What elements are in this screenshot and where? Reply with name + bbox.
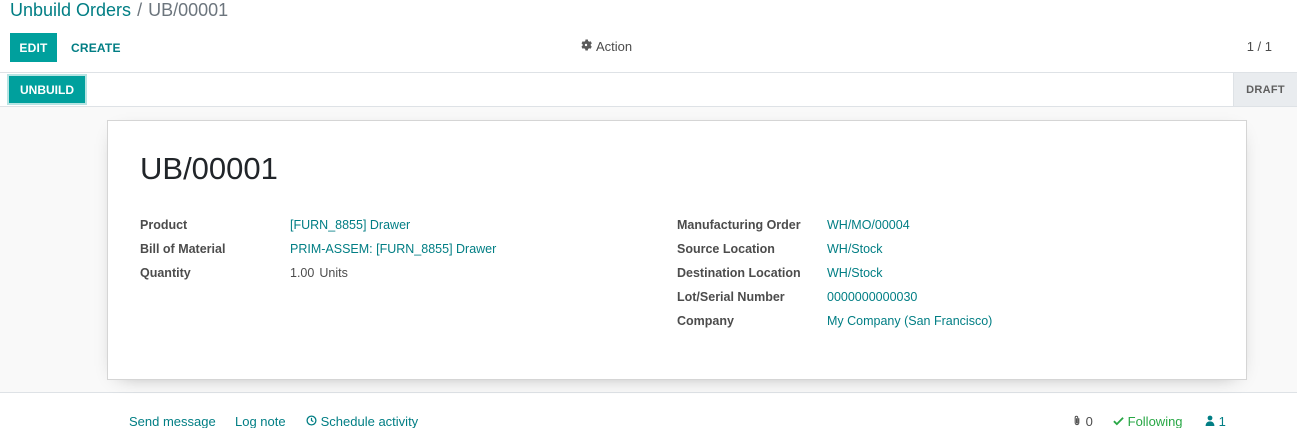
record-title: UB/00001 xyxy=(140,151,278,186)
field-lot-serial-number: Lot/Serial Number 0000000000030 xyxy=(677,287,917,307)
breadcrumb: Unbuild Orders / UB/00001 xyxy=(10,0,228,22)
product-link[interactable]: [FURN_8855] Drawer xyxy=(290,218,410,232)
attachments-count: 0 xyxy=(1085,414,1093,428)
field-bill-of-material: Bill of Material PRIM-ASSEM: [FURN_8855]… xyxy=(140,239,496,259)
field-product: Product [FURN_8855] Drawer xyxy=(140,215,410,235)
field-quantity: Quantity 1.00 Units xyxy=(140,263,348,283)
user-icon xyxy=(1205,414,1215,428)
field-destination-location: Destination Location WH/Stock xyxy=(677,263,883,283)
statusbar: UNBUILD DRAFT xyxy=(0,73,1297,107)
followers-button[interactable]: 1 xyxy=(1205,414,1226,428)
field-label: Company xyxy=(677,314,734,328)
schedule-activity-button[interactable]: Schedule activity xyxy=(306,414,418,428)
field-label: Product xyxy=(140,218,188,232)
unbuild-button[interactable]: UNBUILD xyxy=(9,76,85,103)
send-message-button[interactable]: Send message xyxy=(129,414,216,428)
manufacturing-order-link[interactable]: WH/MO/00004 xyxy=(827,218,910,232)
field-label: Source Location xyxy=(677,242,775,256)
lot-serial-link[interactable]: 0000000000030 xyxy=(827,290,917,304)
create-button[interactable]: CREATE xyxy=(63,33,129,62)
clock-icon xyxy=(306,414,317,428)
check-icon xyxy=(1113,414,1124,428)
company-link[interactable]: My Company (San Francisco) xyxy=(827,314,992,328)
following-button[interactable]: Following xyxy=(1113,414,1183,428)
action-label: Action xyxy=(596,39,633,54)
quantity-value: 1.00 xyxy=(290,266,315,280)
field-label: Quantity xyxy=(140,266,191,280)
edit-button[interactable]: EDIT xyxy=(10,33,57,62)
form-sheet: UB/00001 Product [FURN_8855] Drawer Bill… xyxy=(107,120,1247,380)
field-label: Manufacturing Order xyxy=(677,218,801,232)
status-draft[interactable]: DRAFT xyxy=(1233,73,1297,106)
field-manufacturing-order: Manufacturing Order WH/MO/00004 xyxy=(677,215,910,235)
log-note-button[interactable]: Log note xyxy=(235,414,286,428)
paperclip-icon xyxy=(1072,414,1082,428)
field-label: Lot/Serial Number xyxy=(677,290,785,304)
gear-icon xyxy=(580,39,592,54)
action-menu[interactable]: Action xyxy=(580,39,632,54)
schedule-activity-label: Schedule activity xyxy=(320,414,419,428)
followers-count: 1 xyxy=(1218,414,1226,428)
field-label: Destination Location xyxy=(677,266,801,280)
destination-location-link[interactable]: WH/Stock xyxy=(827,266,883,280)
breadcrumb-current: UB/00001 xyxy=(148,0,229,20)
bom-link[interactable]: PRIM-ASSEM: [FURN_8855] Drawer xyxy=(290,242,496,256)
pager[interactable]: 1 / 1 xyxy=(1247,39,1272,54)
following-label: Following xyxy=(1127,414,1183,428)
chatter: Send message Log note Schedule activity … xyxy=(0,394,1297,428)
field-company: Company My Company (San Francisco) xyxy=(677,311,992,331)
field-label: Bill of Material xyxy=(140,242,226,256)
attachments-button[interactable]: 0 xyxy=(1072,414,1093,428)
control-panel: Unbuild Orders / UB/00001 EDIT CREATE Acti… xyxy=(0,0,1297,73)
breadcrumb-parent-link[interactable]: Unbuild Orders xyxy=(10,0,131,20)
breadcrumb-separator: / xyxy=(137,0,143,20)
field-source-location: Source Location WH/Stock xyxy=(677,239,883,259)
quantity-unit: Units xyxy=(319,266,348,280)
source-location-link[interactable]: WH/Stock xyxy=(827,242,883,256)
